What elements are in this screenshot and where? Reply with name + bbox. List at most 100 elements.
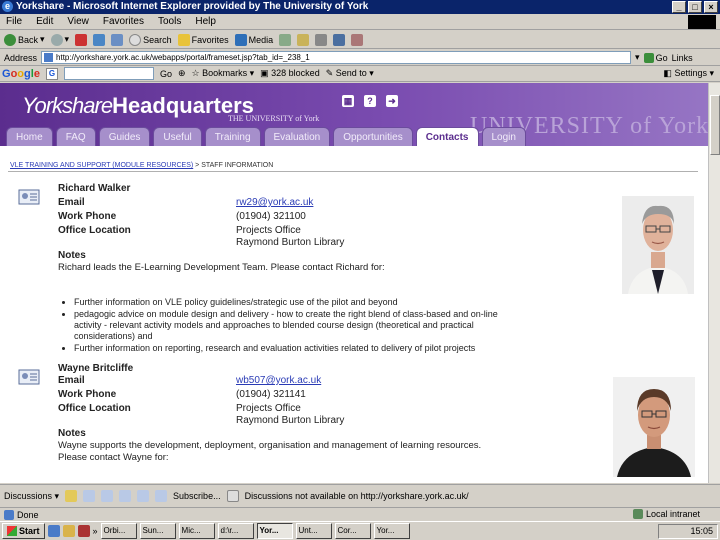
email-label: Email xyxy=(58,375,85,386)
go-button[interactable]: Go xyxy=(643,52,668,63)
bookmarks-button[interactable]: ☆ Bookmarks ▾ xyxy=(192,68,255,79)
quicklaunch-more-icon[interactable]: » xyxy=(93,526,98,536)
site-logo[interactable]: YorkshareHeadquarters xyxy=(22,93,254,119)
media-icon xyxy=(234,33,247,46)
tab-useful[interactable]: Useful xyxy=(153,127,202,146)
staff-name: Wayne Britcliffe xyxy=(58,363,134,374)
links-button[interactable]: Links xyxy=(672,53,693,63)
media-button[interactable]: Media xyxy=(234,33,273,46)
office-value-line1: Projects Office xyxy=(236,403,301,414)
discussion-pane-icon[interactable] xyxy=(226,490,239,502)
taskbar-item[interactable]: Orbi... xyxy=(100,523,137,539)
favorites-button[interactable]: Favorites xyxy=(177,33,229,46)
clock[interactable]: 15:05 xyxy=(690,526,713,536)
stop-icon[interactable] xyxy=(75,33,88,46)
phone-value: (01904) 321100 xyxy=(236,211,306,222)
system-tray: 15:05 xyxy=(658,524,718,539)
help-icon[interactable]: ? xyxy=(364,95,376,107)
scrollbar-thumb[interactable] xyxy=(710,95,720,155)
taskbar-item[interactable]: Yor... xyxy=(256,523,293,539)
quicklaunch-app-icon[interactable] xyxy=(77,525,90,537)
menu-help[interactable]: Help xyxy=(195,14,216,29)
taskbar-item[interactable]: Sun... xyxy=(139,523,176,539)
tab-training[interactable]: Training xyxy=(204,127,261,146)
university-tagline: THE UNIVERSITY of York xyxy=(228,114,320,123)
back-button[interactable]: Back ▾ xyxy=(4,33,45,46)
taskbar-item[interactable]: Yor... xyxy=(373,523,410,539)
tab-bar: Home FAQ Guides Useful Training Evaluati… xyxy=(0,127,708,147)
google-toolbar: Google G Go ⊕ ☆ Bookmarks ▾ ▣ 328 blocke… xyxy=(0,66,720,82)
status-bar: Done Local intranet xyxy=(0,507,720,521)
office-label: Office Location xyxy=(58,225,131,236)
menu-favorites[interactable]: Favorites xyxy=(103,14,144,29)
menu-tools[interactable]: Tools xyxy=(158,14,181,29)
list-item: pedagogic advice on module design and de… xyxy=(74,309,504,342)
menu-view[interactable]: View xyxy=(67,14,89,29)
mail-icon[interactable] xyxy=(297,33,310,46)
discussion-tool-icon[interactable] xyxy=(155,490,168,502)
subscribe-button[interactable]: Subscribe... xyxy=(173,491,221,501)
windows-flag-icon xyxy=(688,15,716,29)
email-label: Email xyxy=(58,197,85,208)
tab-login[interactable]: Login xyxy=(481,127,526,146)
discussion-tool-icon[interactable] xyxy=(83,490,96,502)
discussion-tool-icon[interactable] xyxy=(137,490,150,502)
intranet-icon xyxy=(632,509,643,519)
search-button[interactable]: Search xyxy=(129,33,172,46)
vertical-scrollbar[interactable] xyxy=(708,83,720,483)
google-settings-button[interactable]: ◧ Settings ▾ xyxy=(663,68,720,79)
discussions-bar: Discussions ▾ Subscribe... Discussions n… xyxy=(0,484,720,507)
google-go-button[interactable]: Go xyxy=(160,69,172,79)
edit-icon[interactable] xyxy=(333,33,346,46)
tab-faq[interactable]: FAQ xyxy=(55,127,96,146)
sendto-button[interactable]: ✎ Send to ▾ xyxy=(326,68,374,79)
refresh-icon[interactable] xyxy=(93,33,106,46)
tab-guides[interactable]: Guides xyxy=(98,127,151,146)
email-link[interactable]: rw29@york.ac.uk xyxy=(236,197,313,208)
menu-file[interactable]: File xyxy=(6,14,22,29)
office-value-line2: Raymond Burton Library xyxy=(236,237,345,248)
minimize-button[interactable]: _ xyxy=(672,1,686,13)
window-titlebar: e Yorkshare - Microsoft Internet Explore… xyxy=(0,0,720,14)
discussion-tool-icon[interactable] xyxy=(101,490,114,502)
address-dropdown-icon[interactable]: ▾ xyxy=(635,52,640,63)
menu-edit[interactable]: Edit xyxy=(36,14,53,29)
window-title: Yorkshare - Microsoft Internet Explorer … xyxy=(16,1,369,12)
forward-button[interactable]: ▾ xyxy=(50,33,69,46)
taskbar-item[interactable]: Cor... xyxy=(334,523,371,539)
google-search-input[interactable] xyxy=(63,67,154,80)
google-tools-icon[interactable]: ⊕ xyxy=(178,68,186,79)
taskbar-item[interactable]: d:\r... xyxy=(217,523,254,539)
start-button[interactable]: Start xyxy=(2,523,45,539)
staff-photo xyxy=(622,196,694,294)
google-search-icon[interactable]: G xyxy=(45,67,58,80)
taskbar-item[interactable]: Unt... xyxy=(295,523,332,539)
calculator-icon[interactable]: ▦ xyxy=(342,95,354,107)
breadcrumb-link[interactable]: VLE TRAINING AND SUPPORT (MODULE RESOURC… xyxy=(10,162,193,169)
email-link[interactable]: wb507@york.ac.uk xyxy=(236,375,321,386)
tab-home[interactable]: Home xyxy=(6,127,53,146)
tab-evaluation[interactable]: Evaluation xyxy=(263,127,331,146)
discussion-tool-icon[interactable] xyxy=(119,490,132,502)
address-input[interactable]: http://yorkshare.york.ac.uk/webapps/port… xyxy=(41,51,632,64)
taskbar-item[interactable]: Mic... xyxy=(178,523,215,539)
standard-toolbar: Back ▾ ▾ Search Favorites Media xyxy=(0,31,720,49)
history-icon[interactable] xyxy=(279,33,292,46)
discussions-button[interactable]: Discussions ▾ xyxy=(4,491,59,502)
address-label: Address xyxy=(4,52,38,63)
maximize-button[interactable]: □ xyxy=(688,1,702,13)
tab-contacts[interactable]: Contacts xyxy=(415,127,479,146)
tab-opportunities[interactable]: Opportunities xyxy=(333,127,413,146)
logout-icon[interactable]: ➜ xyxy=(386,95,398,107)
popup-blocked[interactable]: ▣ 328 blocked xyxy=(260,68,320,79)
quicklaunch-outlook-icon[interactable] xyxy=(62,525,75,537)
print-icon[interactable] xyxy=(315,33,328,46)
new-discussion-icon[interactable] xyxy=(65,490,78,502)
staff-photo xyxy=(613,377,695,477)
phone-label: Work Phone xyxy=(58,389,117,400)
home-icon[interactable] xyxy=(111,33,124,46)
quicklaunch-ie-icon[interactable] xyxy=(47,525,60,537)
google-logo[interactable]: Google xyxy=(2,68,40,80)
close-button[interactable]: × xyxy=(704,1,718,13)
discuss-icon[interactable] xyxy=(351,33,364,46)
